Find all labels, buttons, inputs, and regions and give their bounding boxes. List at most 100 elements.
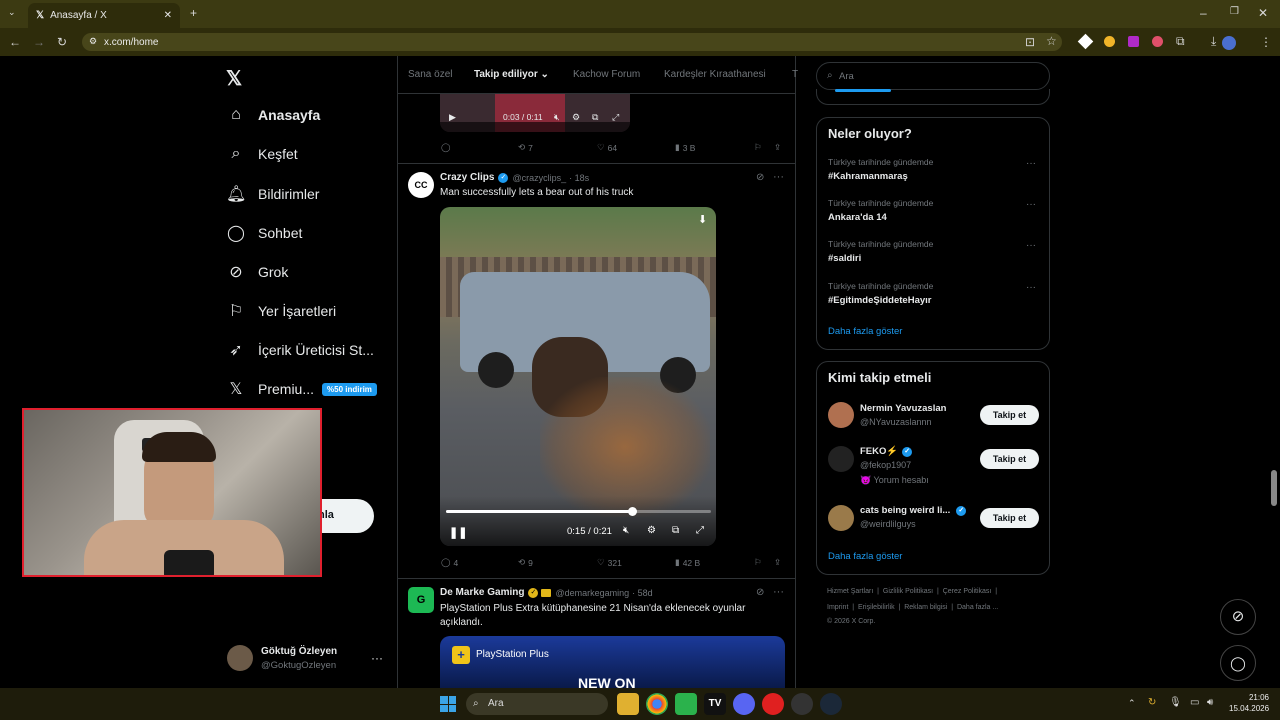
author-handle[interactable]: @demarkegaming	[555, 588, 629, 598]
nav-creator-studio[interactable]: ➶ İçerik Üreticisi St...	[226, 340, 374, 360]
footer-link[interactable]: Reklam bilgisi	[904, 604, 947, 611]
bookmark-action[interactable]: ⚐	[754, 557, 762, 568]
steam-icon[interactable]	[820, 693, 842, 715]
settings-gear-icon[interactable]: ⚙	[647, 525, 656, 536]
suggested-user-name[interactable]: cats being weird li... ✓	[860, 505, 967, 516]
grok-icon[interactable]: ⊘	[756, 587, 764, 598]
profile-avatar-icon[interactable]	[1222, 36, 1236, 50]
youtube-music-icon[interactable]	[762, 693, 784, 715]
post-image[interactable]: + PlayStation Plus NEW ON	[440, 636, 785, 688]
nav-chat[interactable]: ◯ Sohbet	[226, 223, 302, 243]
site-info-icon[interactable]: ⚙	[89, 36, 97, 47]
show-more-link[interactable]: Daha fazla göster	[828, 326, 902, 337]
tab-search-icon[interactable]: ⌄	[8, 8, 16, 17]
nav-home[interactable]: ⌂ Anasayfa	[226, 106, 320, 124]
play-icon[interactable]: ▶	[449, 112, 456, 123]
extensions-puzzle-icon[interactable]: ⧉	[1176, 35, 1185, 47]
grok-floating-button[interactable]: ⊘	[1220, 599, 1256, 635]
views-action[interactable]: ▮ 3 B	[675, 142, 695, 153]
avatar[interactable]	[828, 505, 854, 531]
like-action[interactable]: ♡ 321	[597, 557, 622, 568]
extension-icon[interactable]	[1128, 36, 1139, 47]
trend-item[interactable]: Türkiye tarihinde gündemde #Kahramanmaraş	[828, 157, 933, 182]
nav-notifications[interactable]: 🔔︎ Bildirimler	[226, 184, 319, 204]
menu-icon[interactable]: ⋮	[1260, 36, 1272, 48]
trend-item[interactable]: Türkiye tarihinde gündemde #saldiri	[828, 239, 933, 264]
more-icon[interactable]: ···	[1026, 240, 1036, 251]
footer-link[interactable]: Erişilebilirlik	[858, 604, 895, 611]
footer-link[interactable]: Gizlilik Politikası	[883, 588, 933, 595]
video-progress-bar[interactable]	[446, 510, 711, 513]
repost-action[interactable]: ⟲ 9	[518, 557, 533, 568]
download-icon[interactable]: ⬇	[698, 213, 707, 226]
file-explorer-icon[interactable]	[617, 693, 639, 715]
share-action[interactable]: ⇪	[774, 142, 781, 153]
url-field[interactable]: ⚙ x.com/home	[82, 33, 1062, 51]
tradingview-icon[interactable]: TV	[704, 693, 726, 715]
volume-icon[interactable]: 🔊︎	[1207, 697, 1213, 708]
pause-icon[interactable]: ❚❚	[449, 526, 467, 539]
messages-floating-button[interactable]: ◯	[1220, 645, 1256, 681]
follow-button[interactable]: Takip et	[980, 449, 1039, 469]
tab-for-you[interactable]: Sana özel	[408, 69, 452, 80]
grok-icon[interactable]: ⊘	[756, 172, 764, 183]
avatar[interactable]	[828, 446, 854, 472]
reply-action[interactable]: ◯	[441, 142, 451, 153]
follow-button[interactable]: Takip et	[980, 508, 1039, 528]
footer-link[interactable]: Daha fazla ...	[957, 604, 998, 611]
x-logo-icon[interactable]: 𝕏	[226, 66, 242, 91]
video-progress-handle[interactable]	[627, 507, 637, 516]
back-icon[interactable]: ←	[9, 36, 21, 48]
more-icon[interactable]: ···	[773, 586, 784, 598]
download-icon[interactable]: ⤓	[1211, 35, 1216, 47]
show-more-link[interactable]: Daha fazla göster	[828, 551, 902, 562]
avatar[interactable]	[227, 645, 253, 671]
tab-following[interactable]: Takip ediliyor ⌄	[474, 69, 549, 80]
more-icon[interactable]: ···	[1026, 199, 1036, 210]
volume-icon[interactable]: 🔇︎	[623, 525, 629, 536]
app-icon[interactable]	[675, 693, 697, 715]
fullscreen-icon[interactable]: ⤢	[612, 112, 619, 123]
discord-icon[interactable]	[733, 693, 755, 715]
fullscreen-icon[interactable]: ⤢	[696, 525, 704, 536]
reply-action[interactable]: ◯ 4	[441, 557, 458, 568]
chrome-icon[interactable]	[646, 693, 668, 715]
author-name[interactable]: De Marke Gaming	[440, 587, 524, 598]
new-tab-icon[interactable]: +	[190, 7, 197, 19]
forward-icon[interactable]: →	[33, 36, 45, 48]
bookmark-star-icon[interactable]: ☆	[1046, 35, 1057, 47]
taskbar-search[interactable]: ⌕ Ara	[466, 693, 608, 715]
more-icon[interactable]: ···	[371, 651, 383, 665]
close-window-icon[interactable]: ✕	[1258, 7, 1268, 19]
avatar[interactable]	[828, 402, 854, 428]
cast-icon[interactable]: ⊡	[1025, 36, 1035, 48]
video-player[interactable]: ⬇	[440, 207, 716, 546]
search-input[interactable]: ⌕ Ara	[816, 62, 1050, 90]
bookmark-action[interactable]: ⚐	[754, 142, 762, 153]
nav-premium[interactable]: 𝕏 Premiu... %50 indirim	[226, 379, 377, 399]
suggested-user-name[interactable]: Nermin Yavuzaslan	[860, 403, 946, 414]
suggested-user-name[interactable]: FEKO⚡ ✓	[860, 446, 913, 457]
tab-more[interactable]: T	[792, 69, 798, 80]
extension-icon[interactable]	[1104, 36, 1115, 47]
close-tab-icon[interactable]: ✕	[164, 10, 172, 21]
share-action[interactable]: ⇪	[774, 557, 781, 568]
more-icon[interactable]: ···	[1026, 158, 1036, 169]
avatar[interactable]: G	[408, 587, 434, 613]
browser-tab[interactable]: 𝕏 Anasayfa / X ✕	[28, 3, 180, 28]
windows-start-icon[interactable]	[440, 696, 456, 712]
nav-grok[interactable]: ⊘ Grok	[226, 262, 288, 282]
pip-icon[interactable]: ⧉	[592, 112, 598, 123]
footer-link[interactable]: Imprint	[827, 604, 848, 611]
footer-link[interactable]: Hizmet Şartları	[827, 588, 873, 595]
author-name[interactable]: Crazy Clips	[440, 172, 494, 183]
settings-gear-icon[interactable]: ⚙	[572, 112, 580, 123]
extension-icon[interactable]	[1152, 36, 1163, 47]
trend-item[interactable]: Türkiye tarihinde gündemde #EgitimdeŞidde…	[828, 281, 933, 306]
footer-link[interactable]: Çerez Politikası	[943, 588, 992, 595]
avatar[interactable]: CC	[408, 172, 434, 198]
like-action[interactable]: ♡ 64	[597, 142, 617, 153]
tab-kachow-forum[interactable]: Kachow Forum	[573, 69, 640, 80]
volume-icon[interactable]: 🔇︎	[554, 112, 560, 123]
nav-bookmarks[interactable]: ⚐ Yer İşaretleri	[226, 301, 336, 321]
